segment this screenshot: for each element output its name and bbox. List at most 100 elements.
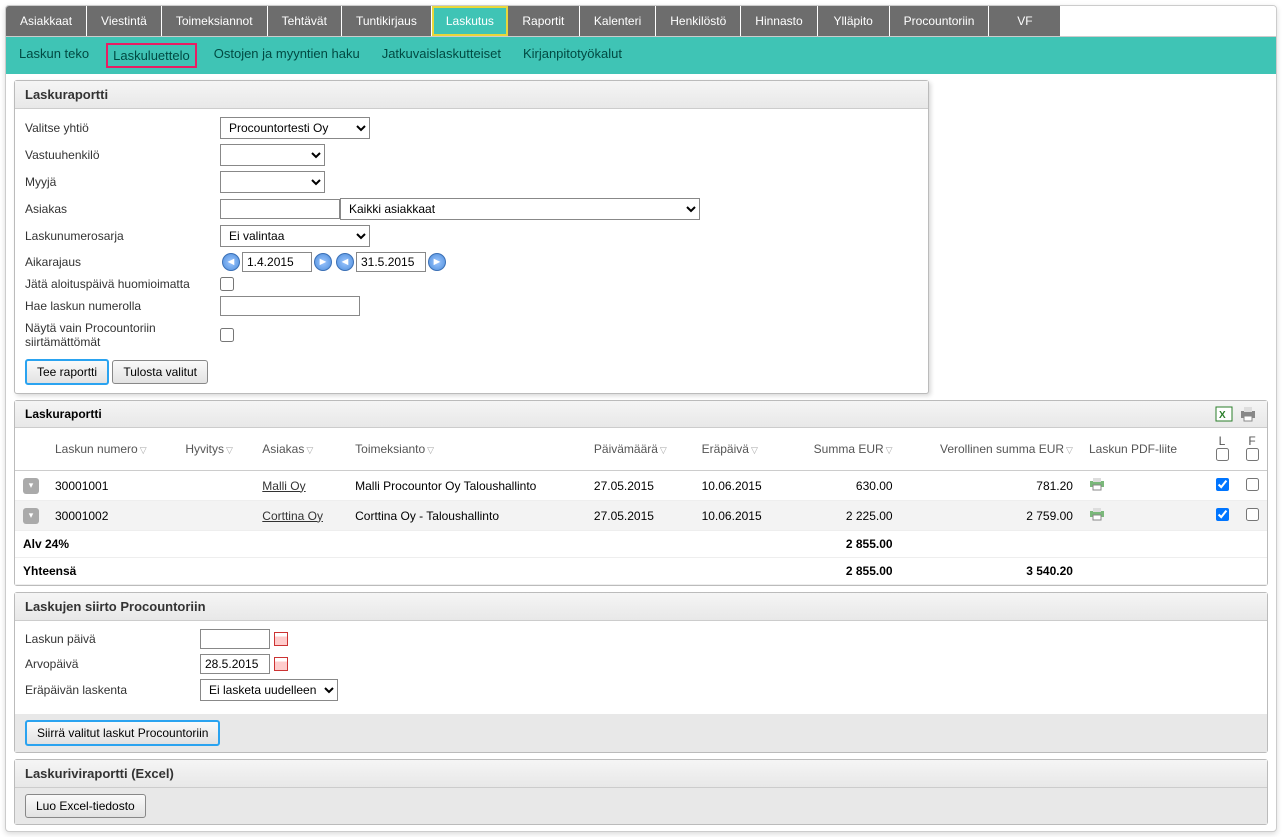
col-pdf: Laskun PDF-liite (1081, 428, 1207, 471)
print-icon[interactable] (1239, 405, 1257, 423)
tab-laskutus[interactable]: Laskutus (432, 6, 508, 36)
input-search-num[interactable] (220, 296, 360, 316)
vat-row: Alv 24% 2 855.00 (15, 531, 1267, 558)
input-value-date[interactable] (200, 654, 270, 674)
tab-viestinta[interactable]: Viestintä (87, 6, 162, 36)
expand-row-icon[interactable]: ▾ (23, 508, 39, 524)
checkbox-f-row[interactable] (1246, 508, 1259, 521)
input-invoice-date[interactable] (200, 629, 270, 649)
tab-kalenteri[interactable]: Kalenteri (580, 6, 656, 36)
tab-tehtavat[interactable]: Tehtävät (268, 6, 342, 36)
select-series[interactable]: Ei valintaa (220, 225, 370, 247)
label-company: Valitse yhtiö (25, 121, 220, 135)
cell-sum: 2 225.00 (786, 501, 901, 531)
subtab-ostot-myynnit[interactable]: Ostojen ja myyntien haku (209, 43, 365, 68)
tab-raportit[interactable]: Raportit (508, 6, 580, 36)
date-from-prev-icon[interactable]: ◄ (222, 253, 240, 271)
label-series: Laskunumerosarja (25, 229, 220, 243)
col-l: L (1207, 428, 1237, 471)
label-daterange: Aikarajaus (25, 255, 220, 269)
transfer-title: Laskujen siirto Procountoriin (15, 593, 1267, 621)
printer-icon[interactable] (1089, 480, 1105, 494)
print-selected-button[interactable]: Tulosta valitut (112, 360, 208, 384)
select-due-calc[interactable]: Ei lasketa uudelleen (200, 679, 338, 701)
expand-row-icon[interactable]: ▾ (23, 478, 39, 494)
customer-link[interactable]: Malli Oy (262, 479, 305, 493)
cell-sum-tax: 781.20 (901, 471, 1081, 501)
label-responsible: Vastuuhenkilö (25, 148, 220, 162)
tab-hinnasto[interactable]: Hinnasto (741, 6, 817, 36)
tab-tuntikirjaus[interactable]: Tuntikirjaus (342, 6, 432, 36)
report-title: Laskuraportti (25, 407, 102, 421)
cell-sum: 630.00 (786, 471, 901, 501)
subtab-laskuluettelo[interactable]: Laskuluettelo (106, 43, 197, 68)
tab-vf[interactable]: VF (989, 6, 1061, 36)
select-company[interactable]: Procountortesti Oy (220, 117, 370, 139)
cell-assignment: Malli Procountor Oy Taloushallinto (347, 471, 586, 501)
create-excel-button[interactable]: Luo Excel-tiedosto (25, 794, 146, 818)
col-sum-tax[interactable]: Verollinen summa EUR▽ (901, 428, 1081, 471)
label-invoice-date: Laskun päivä (25, 632, 200, 646)
label-seller: Myyjä (25, 175, 220, 189)
tab-henkilosto[interactable]: Henkilöstö (656, 6, 741, 36)
filter-panel: Laskuraportti Valitse yhtiö Procountorte… (14, 80, 929, 394)
subtab-jatkuvaislaskutteiset[interactable]: Jatkuvaislaskutteiset (377, 43, 506, 68)
input-date-to[interactable] (356, 252, 426, 272)
calendar-icon[interactable] (274, 632, 288, 646)
cell-due: 10.06.2015 (694, 471, 786, 501)
sub-tab-bar: Laskun teko Laskuluettelo Ostojen ja myy… (6, 37, 1276, 74)
date-from-next-icon[interactable]: ► (314, 253, 332, 271)
col-f: F (1237, 428, 1267, 471)
cell-sum-tax: 2 759.00 (901, 501, 1081, 531)
label-search-num: Hae laskun numerolla (25, 299, 220, 313)
report-table: Laskun numero▽ Hyvitys▽ Asiakas▽ Toimeks… (15, 428, 1267, 585)
input-date-from[interactable] (242, 252, 312, 272)
label-customer: Asiakas (25, 202, 220, 216)
table-row: ▾ 30001002 Corttina Oy Corttina Oy - Tal… (15, 501, 1267, 531)
col-invoice-no[interactable]: Laskun numero▽ (47, 428, 177, 471)
label-value-date: Arvopäivä (25, 657, 200, 671)
col-date[interactable]: Päivämäärä▽ (586, 428, 694, 471)
checkbox-ignore-start[interactable] (220, 277, 234, 291)
checkbox-l-row[interactable] (1216, 478, 1229, 491)
checkbox-f-row[interactable] (1246, 478, 1259, 491)
select-seller[interactable] (220, 171, 325, 193)
col-credit[interactable]: Hyvitys▽ (177, 428, 254, 471)
col-sum[interactable]: Summa EUR▽ (786, 428, 901, 471)
checkbox-l-row[interactable] (1216, 508, 1229, 521)
transfer-panel: Laskujen siirto Procountoriin Laskun päi… (14, 592, 1268, 753)
customer-link[interactable]: Corttina Oy (262, 509, 323, 523)
cell-invoice-no: 30001002 (47, 501, 177, 531)
tab-yllapito[interactable]: Ylläpito (818, 6, 890, 36)
label-due-calc: Eräpäivän laskenta (25, 683, 200, 697)
total-row: Yhteensä 2 855.00 3 540.20 (15, 558, 1267, 585)
tab-asiakkaat[interactable]: Asiakkaat (6, 6, 87, 36)
tab-toimeksiannot[interactable]: Toimeksiannot (162, 6, 268, 36)
run-report-button[interactable]: Tee raportti (25, 359, 109, 385)
date-to-prev-icon[interactable]: ◄ (336, 253, 354, 271)
export-excel-icon[interactable]: X (1215, 405, 1233, 423)
select-customer[interactable]: Kaikki asiakkaat (340, 198, 700, 220)
checkbox-l-all[interactable] (1216, 448, 1229, 461)
filter-panel-title: Laskuraportti (15, 81, 928, 109)
col-customer[interactable]: Asiakas▽ (254, 428, 347, 471)
excel-panel: Laskuriviraportti (Excel) Luo Excel-tied… (14, 759, 1268, 825)
tab-procountoriin[interactable]: Procountoriin (890, 6, 990, 36)
transfer-button[interactable]: Siirrä valitut laskut Procountoriin (25, 720, 220, 746)
main-tab-bar: Asiakkaat Viestintä Toimeksiannot Tehtäv… (6, 6, 1276, 37)
table-row: ▾ 30001001 Malli Oy Malli Procountor Oy … (15, 471, 1267, 501)
col-due[interactable]: Eräpäivä▽ (694, 428, 786, 471)
printer-icon[interactable] (1089, 510, 1105, 524)
label-ignore-start: Jätä aloituspäivä huomioimatta (25, 277, 220, 291)
select-responsible[interactable] (220, 144, 325, 166)
subtab-kirjanpitotyokalut[interactable]: Kirjanpitotyökalut (518, 43, 627, 68)
calendar-icon[interactable] (274, 657, 288, 671)
cell-date: 27.05.2015 (586, 501, 694, 531)
cell-due: 10.06.2015 (694, 501, 786, 531)
checkbox-f-all[interactable] (1246, 448, 1259, 461)
date-to-next-icon[interactable]: ► (428, 253, 446, 271)
subtab-laskun-teko[interactable]: Laskun teko (14, 43, 94, 68)
input-customer-search[interactable] (220, 199, 340, 219)
col-assignment[interactable]: Toimeksianto▽ (347, 428, 586, 471)
checkbox-only-untransferred[interactable] (220, 328, 234, 342)
